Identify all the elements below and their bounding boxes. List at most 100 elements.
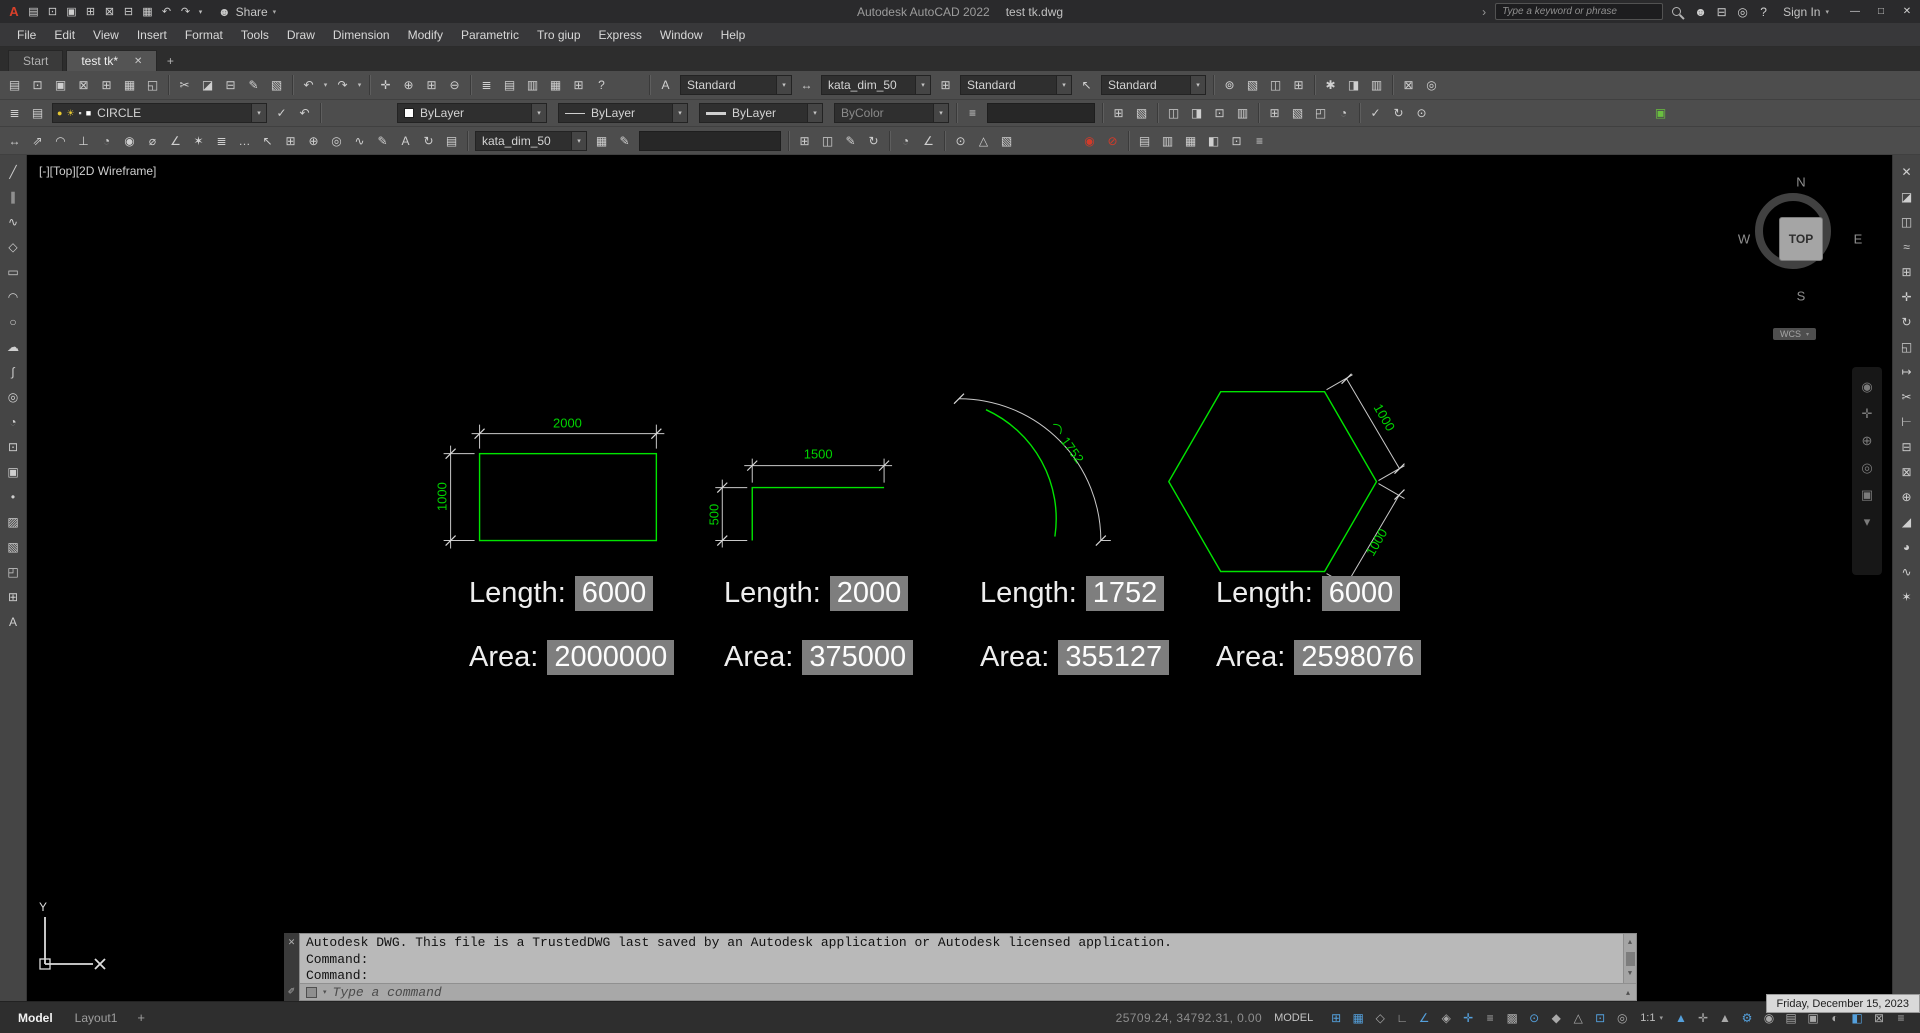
linetype-dropdown[interactable]: ByLayer: [558, 103, 688, 123]
diameter-dim-icon[interactable]: ⌀: [141, 129, 164, 152]
infer-constraints-icon[interactable]: ◇: [1369, 1007, 1391, 1029]
aligned-dim-icon[interactable]: ⇗: [26, 129, 49, 152]
menu-item[interactable]: Express: [590, 23, 651, 46]
cart-icon[interactable]: ⊟: [1711, 2, 1732, 21]
area-text-entity[interactable]: Area: 2598076: [1216, 640, 1422, 675]
gradient-icon[interactable]: ▧: [1, 534, 25, 559]
undo-icon[interactable]: ↶: [157, 2, 176, 21]
scroll-down-icon[interactable]: ▼: [1628, 966, 1632, 983]
move-icon[interactable]: ✛: [1895, 284, 1919, 309]
jogged-linear-icon[interactable]: ∿: [348, 129, 371, 152]
dim-style-dropdown-2[interactable]: kata_dim_50: [475, 130, 587, 151]
tool-palettes-icon[interactable]: ▥: [521, 74, 544, 97]
share-button[interactable]: ☻ Share ▾: [218, 5, 276, 19]
menu-item[interactable]: Format: [176, 23, 232, 46]
area-text-entity[interactable]: Area: 2000000: [469, 640, 675, 675]
toolbar-text-field[interactable]: [987, 103, 1095, 123]
tab-active-document[interactable]: test tk* ✕: [66, 50, 158, 71]
rotate-icon[interactable]: ↻: [1895, 309, 1919, 334]
save-as-icon[interactable]: ⊞: [81, 2, 100, 21]
command-options-icon[interactable]: [306, 986, 317, 998]
menu-item[interactable]: Dimension: [324, 23, 399, 46]
toolbar-icon[interactable]: ▧: [995, 129, 1018, 152]
toolbar-icon[interactable]: ▥: [1231, 102, 1254, 125]
dropdown-arrow-icon[interactable]: [672, 104, 687, 122]
dropdown-arrow-icon[interactable]: [1056, 76, 1071, 94]
search-input[interactable]: [1495, 3, 1664, 20]
viewport-view-control[interactable]: [Top]: [50, 164, 76, 178]
spline-icon[interactable]: ∫: [1, 359, 25, 384]
menu-item[interactable]: Window: [651, 23, 712, 46]
autoscale-icon[interactable]: ✛: [1692, 1007, 1714, 1029]
arc-icon[interactable]: ◠: [1, 284, 25, 309]
minimize-button[interactable]: —: [1842, 0, 1868, 23]
open-from-web-icon[interactable]: ⊠: [72, 74, 95, 97]
stretch-icon[interactable]: ↦: [1895, 359, 1919, 384]
help-icon[interactable]: ?: [1753, 2, 1774, 21]
dropdown-arrow-icon[interactable]: [571, 131, 586, 150]
plot-icon[interactable]: ▦: [118, 74, 141, 97]
wcs-dropdown[interactable]: WCS: [1773, 328, 1817, 340]
text-style-icon[interactable]: A: [654, 74, 677, 97]
open-from-web-icon[interactable]: ⊠: [100, 2, 119, 21]
fillet-icon[interactable]: ◕: [1895, 534, 1919, 559]
autocad-logo-icon[interactable]: A: [4, 4, 24, 19]
space-mode-indicator[interactable]: MODEL: [1274, 1012, 1313, 1024]
grid-icon[interactable]: ⊞: [1325, 1007, 1347, 1029]
menu-item[interactable]: View: [84, 23, 128, 46]
menu-item[interactable]: Tro giup: [528, 23, 590, 46]
dim-text[interactable]: 1000: [435, 482, 450, 511]
orbit-icon[interactable]: ◎: [1861, 460, 1872, 476]
menu-item[interactable]: Tools: [232, 23, 278, 46]
workspace-switching-icon[interactable]: ⚙: [1736, 1007, 1758, 1029]
extend-icon[interactable]: ⊢: [1895, 409, 1919, 434]
qnew-icon[interactable]: ▤: [24, 2, 43, 21]
copy-icon[interactable]: ◪: [196, 74, 219, 97]
snap-icon[interactable]: ▦: [1347, 1007, 1369, 1029]
scrollbar-thumb[interactable]: [1625, 951, 1635, 966]
viewport-menu-control[interactable]: [-]: [39, 164, 50, 178]
maximize-button[interactable]: □: [1868, 0, 1894, 23]
menu-item[interactable]: Help: [712, 23, 755, 46]
pan-icon[interactable]: ✛: [374, 74, 397, 97]
redo-icon[interactable]: ↷: [176, 2, 195, 21]
toolbar-icon[interactable]: ▥: [1156, 129, 1179, 152]
dim-edit-icon[interactable]: ✎: [371, 129, 394, 152]
length-text-entity[interactable]: Length: 6000: [469, 576, 654, 611]
viewport-visual-style-control[interactable]: [2D Wireframe]: [76, 164, 157, 178]
toolbar-icon[interactable]: ▤: [1133, 129, 1156, 152]
trim-icon[interactable]: ✂: [1895, 384, 1919, 409]
break-icon[interactable]: ⊠: [1895, 459, 1919, 484]
sheet-set-manager-icon[interactable]: ▦: [544, 74, 567, 97]
toolbar-icon[interactable]: ◔: [1332, 102, 1355, 125]
new-layout-button[interactable]: +: [129, 1010, 153, 1025]
list-icon[interactable]: ≡: [961, 102, 984, 125]
area-text-entity[interactable]: Area: 355127: [980, 640, 1170, 675]
dropdown-arrow-icon[interactable]: [915, 76, 930, 94]
toolbar-icon[interactable]: ⊞: [1287, 74, 1310, 97]
toolbar-icon[interactable]: ≡: [1248, 129, 1271, 152]
layer-properties-icon[interactable]: ≣: [3, 102, 26, 125]
polyline-entity[interactable]: [751, 486, 885, 541]
annotation-visibility-icon[interactable]: ▲: [1670, 1007, 1692, 1029]
dim-text-edit-icon[interactable]: A: [394, 129, 417, 152]
dim-override-icon[interactable]: ✎: [613, 129, 636, 152]
recent-commands-icon[interactable]: ▾: [323, 988, 327, 996]
array-icon[interactable]: ⊞: [1895, 259, 1919, 284]
toolbar-icon[interactable]: ◫: [1264, 74, 1287, 97]
toolbar-icon[interactable]: ∠: [917, 129, 940, 152]
viewcube-east[interactable]: E: [1854, 232, 1863, 247]
toolbar-icon[interactable]: ▧: [1130, 102, 1153, 125]
color-dropdown[interactable]: ByLayer: [397, 103, 547, 123]
lineweight-display-icon[interactable]: ≡: [1479, 1007, 1501, 1029]
close-button[interactable]: ✕: [1894, 0, 1920, 23]
dropdown-arrow-icon[interactable]: [776, 76, 791, 94]
menu-item[interactable]: Draw: [278, 23, 324, 46]
hatch-icon[interactable]: ▨: [1, 509, 25, 534]
redo-icon[interactable]: ↷: [331, 74, 354, 97]
dim-text[interactable]: 1500: [804, 447, 833, 462]
showmotion-icon[interactable]: ▣: [1861, 487, 1873, 503]
toolbar-icon[interactable]: ◔: [894, 129, 917, 152]
polar-tracking-icon[interactable]: ∠: [1413, 1007, 1435, 1029]
quick-dim-icon[interactable]: ✶: [187, 129, 210, 152]
